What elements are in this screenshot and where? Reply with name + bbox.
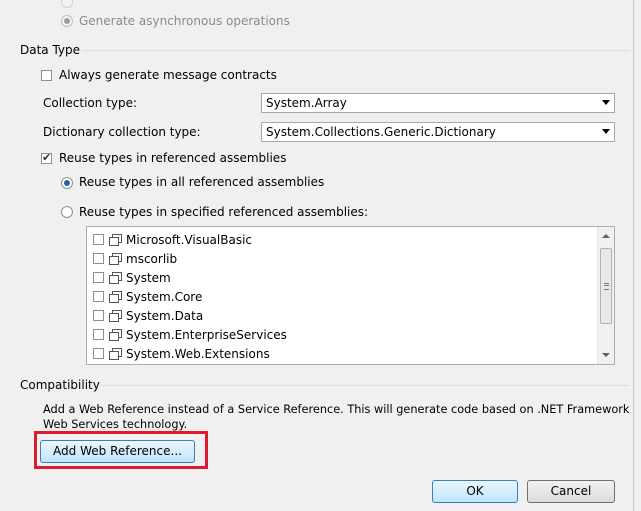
- assembly-icon: [109, 253, 122, 265]
- collection-type-label: Collection type:: [43, 96, 138, 110]
- chevron-down-icon: [602, 100, 610, 105]
- compatibility-group-label: Compatibility: [20, 378, 100, 392]
- assembly-checkbox[interactable]: [93, 253, 104, 264]
- list-item[interactable]: System.Web.Extensions: [91, 345, 531, 363]
- reuse-specified-assemblies-radio[interactable]: [61, 206, 73, 218]
- assembly-name: mscorlib: [126, 252, 178, 266]
- reuse-all-assemblies-radio[interactable]: [61, 177, 73, 189]
- always-generate-message-contracts-label: Always generate message contracts: [59, 68, 277, 82]
- generate-async-label: Generate asynchronous operations: [79, 14, 290, 28]
- assembly-name: System.Core: [126, 290, 203, 304]
- data-type-group-label: Data Type: [20, 43, 81, 57]
- grip-icon: [604, 283, 609, 290]
- list-item[interactable]: mscorlib: [91, 250, 531, 268]
- reuse-types-label: Reuse types in referenced assemblies: [59, 151, 287, 165]
- assembly-checkbox[interactable]: [93, 272, 104, 283]
- list-item[interactable]: System.Data: [91, 307, 531, 325]
- compatibility-description-line2: Web Services technology.: [43, 418, 188, 431]
- assembly-icon: [109, 329, 122, 341]
- list-item[interactable]: System: [91, 269, 531, 287]
- assemblies-scrollbar[interactable]: [597, 227, 614, 364]
- data-type-divider: [82, 50, 630, 51]
- dictionary-collection-type-value: System.Collections.Generic.Dictionary: [266, 125, 496, 139]
- window-edge: [633, 0, 641, 511]
- compatibility-description-line1: Add a Web Reference instead of a Service…: [43, 403, 641, 416]
- collection-type-dropdown[interactable]: System.Array: [261, 93, 615, 113]
- generate-async-radio[interactable]: [61, 0, 73, 8]
- add-web-reference-button[interactable]: Add Web Reference...: [40, 440, 195, 463]
- reuse-types-checkbox[interactable]: [41, 151, 52, 164]
- assembly-icon: [109, 272, 122, 284]
- chevron-down-icon: [602, 129, 610, 134]
- assembly-icon: [109, 310, 122, 322]
- list-item[interactable]: Microsoft.VisualBasic: [91, 231, 531, 249]
- assembly-name: System.Data: [126, 309, 204, 323]
- assemblies-listbox[interactable]: Microsoft.VisualBasic mscorlib System Sy…: [86, 226, 615, 365]
- assembly-name: Microsoft.VisualBasic: [126, 233, 253, 247]
- assembly-icon: [109, 234, 122, 246]
- assembly-checkbox[interactable]: [93, 329, 104, 340]
- assembly-name: System.EnterpriseServices: [126, 328, 287, 342]
- collection-type-value: System.Array: [266, 96, 347, 110]
- assembly-icon: [109, 348, 122, 360]
- generate-async-radio[interactable]: [61, 15, 73, 27]
- list-item[interactable]: System.EnterpriseServices: [91, 326, 531, 344]
- assembly-icon: [109, 291, 122, 303]
- assembly-checkbox[interactable]: [93, 234, 104, 245]
- reuse-specified-assemblies-label: Reuse types in specified referenced asse…: [79, 205, 369, 219]
- always-generate-message-contracts-checkbox[interactable]: [41, 70, 52, 81]
- dictionary-collection-type-dropdown[interactable]: System.Collections.Generic.Dictionary: [261, 122, 615, 142]
- scroll-up-icon[interactable]: [602, 234, 610, 238]
- assembly-checkbox[interactable]: [93, 348, 104, 359]
- scroll-down-icon[interactable]: [602, 353, 610, 357]
- assembly-checkbox[interactable]: [93, 291, 104, 302]
- assembly-checkbox[interactable]: [93, 310, 104, 321]
- assembly-name: System: [126, 271, 171, 285]
- compatibility-divider: [101, 385, 630, 386]
- list-item[interactable]: System.Core: [91, 288, 531, 306]
- assembly-name: System.Web.Extensions: [126, 347, 270, 361]
- dictionary-collection-type-label: Dictionary collection type:: [43, 125, 201, 139]
- reuse-all-assemblies-label: Reuse types in all referenced assemblies: [79, 175, 325, 189]
- ok-button[interactable]: OK: [432, 480, 518, 503]
- cancel-button[interactable]: Cancel: [527, 480, 615, 503]
- scroll-thumb[interactable]: [600, 248, 612, 324]
